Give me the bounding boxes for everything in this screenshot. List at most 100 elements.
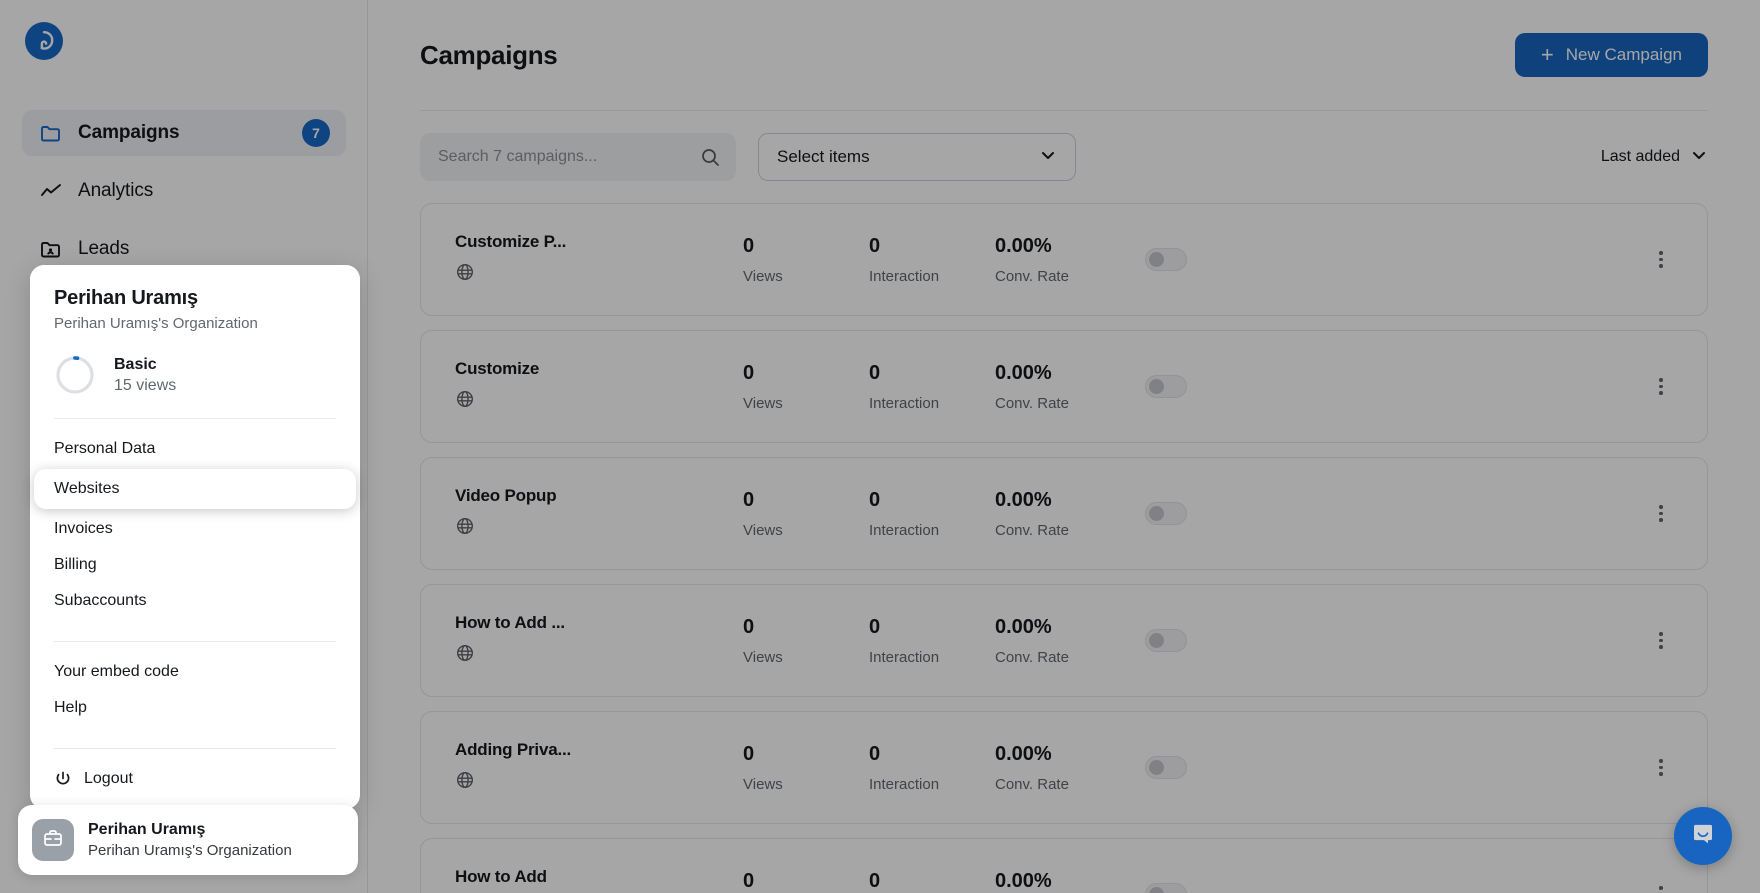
views-cell: 0 Views — [743, 616, 869, 666]
interaction-value: 0 — [869, 488, 881, 511]
conversion-cell: 0.00%Conv. Rate — [995, 870, 1145, 893]
campaign-status-toggle[interactable] — [1145, 502, 1187, 525]
account-plan-row: Basic 15 views — [30, 354, 360, 396]
globe-icon — [455, 770, 743, 795]
campaign-status-toggle[interactable] — [1145, 629, 1187, 652]
globe-icon — [455, 516, 743, 541]
conversion-value: 0.00% — [995, 361, 1052, 384]
select-items-dropdown[interactable]: Select items — [758, 133, 1076, 181]
chat-launcher-button[interactable] — [1674, 807, 1732, 865]
row-more-options-icon[interactable] — [1649, 375, 1673, 399]
account-menu-group-2: Your embed code Help — [30, 654, 360, 726]
interaction-label: Interaction — [869, 648, 940, 666]
views-cell: 0Views — [743, 235, 869, 285]
views-cell: 0Views — [743, 870, 869, 893]
views-value: 0 — [743, 742, 755, 765]
interaction-cell: 0Interaction — [869, 870, 995, 893]
account-switcher-card[interactable]: Perihan Uramış Perihan Uramış's Organiza… — [18, 805, 358, 875]
interaction-label: Interaction — [869, 394, 940, 412]
views-value: 0 — [743, 361, 755, 384]
search-box[interactable] — [420, 133, 736, 181]
account-menu-name: Perihan Uramış — [54, 287, 198, 309]
folder-icon — [38, 120, 64, 146]
account-menu-divider-1 — [54, 418, 336, 419]
campaign-name-cell: Adding Priva... — [455, 740, 743, 795]
interaction-value: 0 — [869, 234, 881, 257]
avatar — [32, 819, 74, 861]
menu-item-logout[interactable]: Logout — [30, 761, 360, 797]
campaign-status-toggle[interactable] — [1145, 883, 1187, 893]
menu-item-subaccounts[interactable]: Subaccounts — [30, 583, 360, 619]
campaign-name-cell: How to Add — [455, 867, 743, 893]
app-root: Campaigns 7 Analytics Leads Campaigns + … — [0, 0, 1760, 893]
campaign-status-toggle[interactable] — [1145, 375, 1187, 398]
table-row[interactable]: Customize P... 0 Views 0 Interaction 0.00% Con… — [420, 203, 1708, 316]
views-label: Views — [743, 648, 783, 666]
trending-up-icon — [38, 178, 64, 204]
row-more-options-icon[interactable] — [1649, 756, 1673, 780]
briefcase-icon — [42, 827, 64, 854]
chevron-down-icon — [1039, 146, 1057, 169]
views-label: Views — [743, 394, 783, 412]
search-input[interactable] — [438, 148, 718, 166]
account-menu-org: Perihan Uramış's Organization — [54, 315, 258, 332]
menu-item-billing[interactable]: Billing — [30, 547, 360, 583]
menu-item-invoices[interactable]: Invoices — [30, 511, 360, 547]
menu-item-embed-code[interactable]: Your embed code — [30, 654, 360, 690]
views-value: 0 — [743, 488, 755, 511]
interaction-value: 0 — [869, 615, 881, 638]
campaign-status-toggle[interactable] — [1145, 248, 1187, 271]
menu-item-personal-data[interactable]: Personal Data — [30, 431, 360, 467]
table-row[interactable]: Video Popup 0 Views 0 Interaction 0.00% Conv. … — [420, 457, 1708, 570]
toggle-knob — [1149, 379, 1164, 394]
conversion-cell: 0.00%Conv. Rate — [995, 362, 1145, 412]
power-icon — [54, 770, 72, 788]
sort-dropdown[interactable]: Last added — [1601, 146, 1708, 169]
globe-icon — [455, 643, 743, 668]
views-label: Views — [743, 521, 783, 539]
plan-usage-ring — [54, 354, 96, 396]
interaction-cell: 0Interaction — [869, 489, 995, 539]
account-card-org: Perihan Uramış's Organization — [88, 841, 292, 859]
account-menu-header: Perihan Uramış Perihan Uramış's Organiza… — [30, 287, 360, 332]
account-card-name: Perihan Uramış — [88, 821, 206, 839]
views-cell: 0 Views — [743, 362, 869, 412]
campaign-name: Adding Priva... — [455, 740, 572, 759]
table-row[interactable]: How to Add ... 0 Views 0 Interaction 0.00% Con… — [420, 584, 1708, 697]
conversion-value: 0.00% — [995, 615, 1052, 638]
app-logo[interactable] — [25, 22, 63, 60]
campaign-name: Customize P... — [455, 232, 567, 251]
toggle-knob — [1149, 506, 1164, 521]
new-campaign-button[interactable]: + New Campaign — [1514, 33, 1708, 77]
account-menu-divider-2 — [54, 641, 336, 642]
plus-icon: + — [1540, 42, 1554, 67]
interaction-cell: 0 Interaction — [869, 616, 995, 666]
views-value: 0 — [743, 615, 755, 638]
row-more-options-icon[interactable] — [1649, 248, 1673, 272]
campaign-name: How to Add ... — [455, 613, 565, 632]
campaign-name-cell: Customize — [455, 359, 743, 414]
conversion-label: Conv. Rate — [995, 648, 1069, 666]
new-campaign-label: New Campaign — [1565, 45, 1682, 64]
table-row[interactable]: Adding Priva... 0 Views 0 Interaction 0.00% Co… — [420, 711, 1708, 824]
table-row[interactable]: Customize 0 Views 0 Interaction 0.00% Conv. Ra… — [420, 330, 1708, 443]
conversion-value: 0.00% — [995, 869, 1052, 892]
conversion-value: 0.00% — [995, 234, 1052, 257]
conversion-value: 0.00% — [995, 742, 1052, 765]
campaigns-toolbar: Select items Last added — [368, 111, 1760, 181]
menu-item-websites[interactable]: Websites — [34, 469, 356, 509]
campaigns-count-badge: 7 — [302, 119, 330, 147]
sidebar-item-campaigns[interactable]: Campaigns 7 — [22, 110, 346, 156]
interaction-cell: 0Interaction — [869, 743, 995, 793]
campaign-status-toggle[interactable] — [1145, 756, 1187, 779]
conversion-label: Conv. Rate — [995, 775, 1069, 793]
row-more-options-icon[interactable] — [1649, 883, 1673, 893]
row-more-options-icon[interactable] — [1649, 502, 1673, 526]
sidebar-item-analytics[interactable]: Analytics — [22, 168, 346, 214]
conversion-label: Conv. Rate — [995, 521, 1069, 539]
campaigns-list: Customize P... 0 Views 0 Interaction 0.00% Con… — [368, 181, 1760, 893]
conversion-value: 0.00% — [995, 488, 1052, 511]
menu-item-help[interactable]: Help — [30, 690, 360, 726]
table-row[interactable]: How to Add 0Views0Interaction0.00%Conv. R… — [420, 838, 1708, 893]
row-more-options-icon[interactable] — [1649, 629, 1673, 653]
